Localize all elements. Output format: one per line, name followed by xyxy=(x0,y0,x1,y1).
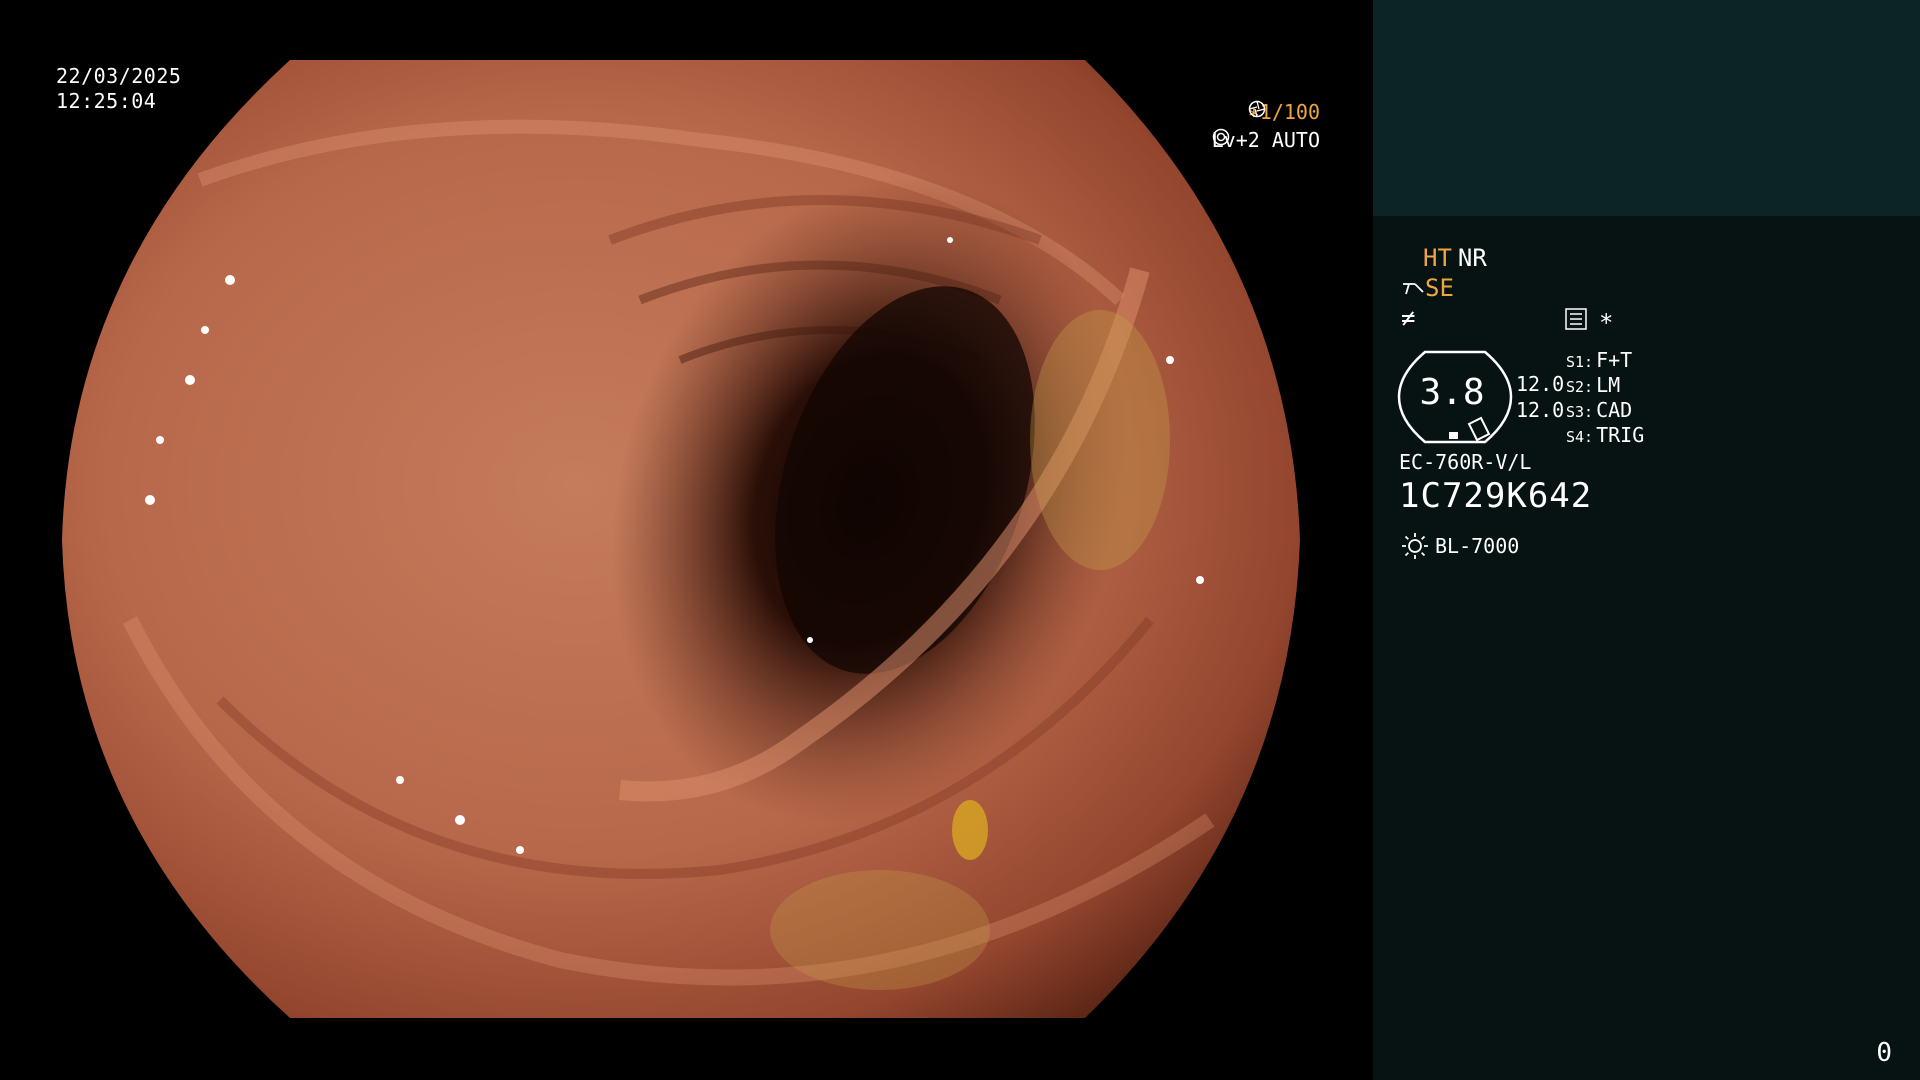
sun-icon xyxy=(1402,533,1428,559)
shutter-speed: ∗1/100 xyxy=(1248,100,1320,124)
se-indicator: SE xyxy=(1425,274,1454,302)
light-source-label: BL-7000 xyxy=(1435,534,1520,558)
panel-header-area xyxy=(1373,0,1920,216)
switch-key: S3: xyxy=(1566,403,1594,421)
switch-item-s2: S2: LM xyxy=(1566,373,1644,398)
switch-item-s4: S4: TRIG xyxy=(1566,423,1644,448)
nr-indicator: NR xyxy=(1457,244,1487,272)
edge-indicator: ≠ xyxy=(1401,304,1416,332)
switch-value: F+T xyxy=(1596,348,1633,372)
aperture-icon xyxy=(1248,100,1265,118)
switch-key: S1: xyxy=(1566,353,1594,371)
range-value-b: 12.0 xyxy=(1516,398,1565,422)
switch-key: S4: xyxy=(1566,428,1594,446)
exam-time: 12:25:04 xyxy=(56,89,157,113)
switch-key: S2: xyxy=(1566,378,1594,396)
switch-value: LM xyxy=(1596,373,1621,397)
scope-model: EC-760R-V/L xyxy=(1399,450,1532,474)
switch-item-s3: S3: CAD xyxy=(1566,398,1644,423)
zoom-value: 3.8 xyxy=(1419,372,1485,413)
menu-list-icon xyxy=(1565,308,1587,330)
scope-serial: 1C729K642 xyxy=(1399,476,1593,516)
exam-date: 22/03/2025 xyxy=(56,64,182,88)
image-counter: 0 xyxy=(1876,1038,1892,1068)
endoscopy-screen: 22/03/2025 12:25:04 ∗1/100 Lv+2 AUTO HT N… xyxy=(0,0,1920,1080)
brightness-level: Lv+2 AUTO xyxy=(1212,128,1320,152)
star-indicator: ∗ xyxy=(1599,304,1614,332)
light-source-row: BL-7000 xyxy=(1401,532,1519,560)
iris-icon xyxy=(1212,128,1229,146)
ht-indicator: HT xyxy=(1423,244,1452,272)
info-panel: HT NR SE ≠ ∗ 3.8 12.0 12.0 S1: F+T S2: LM S… xyxy=(1373,0,1920,1080)
switch-assignments: S1: F+T S2: LM S3: CAD S4: TRIG xyxy=(1566,348,1644,448)
colon-image xyxy=(62,60,1300,1018)
switch-value: CAD xyxy=(1596,398,1633,422)
range-value-a: 12.0 xyxy=(1516,372,1565,396)
endoscope-view: 22/03/2025 12:25:04 ∗1/100 Lv+2 AUTO xyxy=(0,0,1373,1080)
switch-value: TRIG xyxy=(1596,423,1645,447)
structure-enhance-row: SE xyxy=(1401,274,1454,302)
enhance-icon xyxy=(1403,283,1424,295)
switch-item-s1: S1: F+T xyxy=(1566,348,1644,373)
image-settings-row: HT NR xyxy=(1423,244,1487,272)
